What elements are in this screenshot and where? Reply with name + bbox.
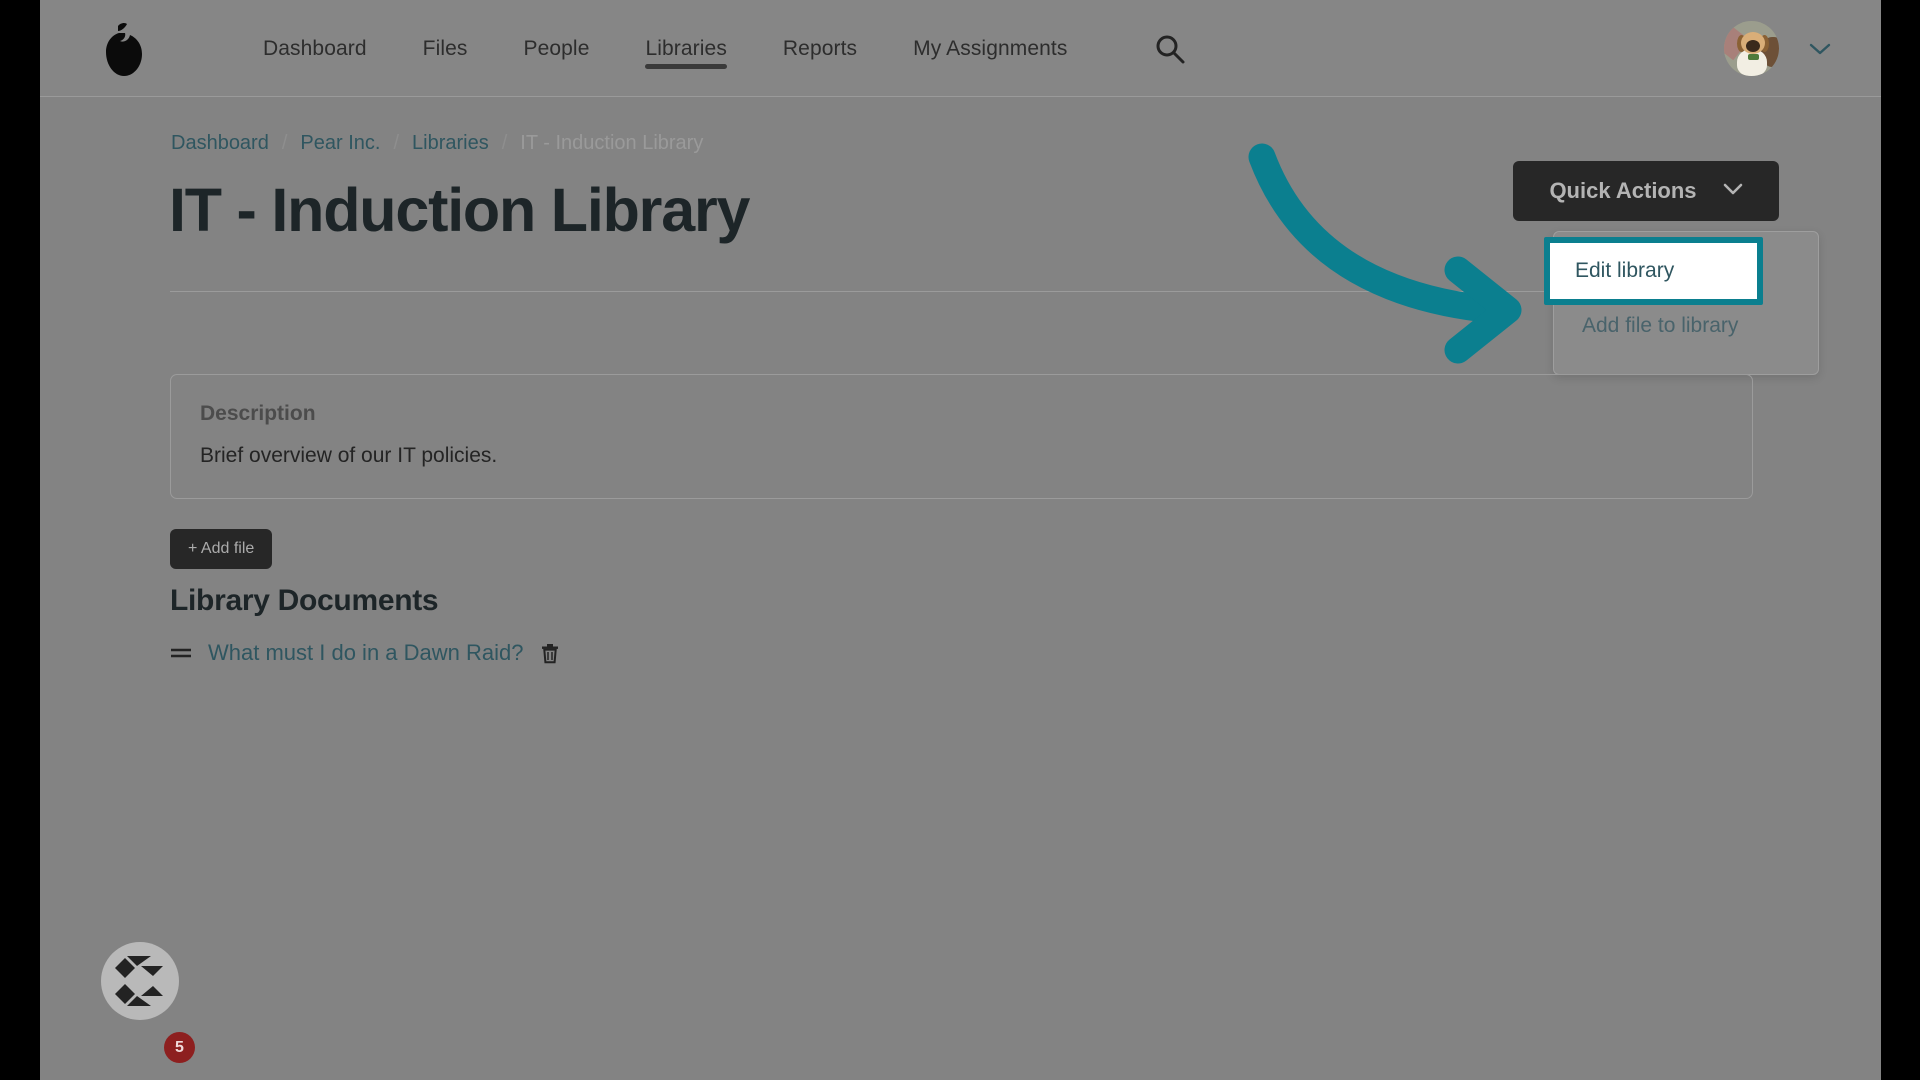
breadcrumb-item-dashboard[interactable]: Dashboard (171, 132, 269, 155)
top-navigation-bar: Dashboard Files People Libraries Reports… (40, 0, 1881, 97)
breadcrumb: Dashboard / Pear Inc. / Libraries / IT -… (171, 132, 703, 155)
avatar-dog-bowtie (1748, 54, 1759, 60)
nav-item-libraries[interactable]: Libraries (617, 0, 754, 97)
breadcrumb-item-current: IT - Induction Library (520, 132, 704, 154)
description-card: Description Brief overview of our IT pol… (170, 374, 1753, 499)
chevron-down-icon (1723, 182, 1743, 200)
breadcrumb-item-libraries[interactable]: Libraries (412, 132, 489, 155)
breadcrumb-item-pear-inc[interactable]: Pear Inc. (300, 132, 380, 155)
pear-logo[interactable] (98, 22, 150, 78)
chevron-down-icon[interactable] (1809, 42, 1831, 56)
trash-icon[interactable] (540, 642, 560, 664)
nav-item-reports[interactable]: Reports (755, 0, 885, 97)
drag-handle-icon[interactable] (170, 646, 192, 660)
breadcrumb-separator: / (501, 132, 508, 154)
nav-item-label: Reports (782, 36, 858, 60)
browser-page: Dashboard Files People Libraries Reports… (40, 0, 1881, 1080)
breadcrumb-separator: / (281, 132, 288, 154)
curved-arrow-right-icon (1248, 143, 1522, 364)
menu-item-label: Add file to library (1582, 314, 1739, 337)
nav-item-people[interactable]: People (495, 0, 617, 97)
breadcrumb-separator: / (393, 132, 400, 154)
description-text: Brief overview of our IT policies. (200, 444, 498, 467)
document-link[interactable]: What must I do in a Dawn Raid? (208, 640, 523, 666)
add-file-label: + Add file (188, 540, 255, 557)
search-icon[interactable] (1154, 33, 1186, 65)
avatar[interactable] (1724, 21, 1779, 76)
chat-logo-icon (115, 956, 163, 1006)
nav-item-my-assignments[interactable]: My Assignments (885, 0, 1095, 97)
menu-item-edit-library[interactable]: Edit library (1544, 237, 1763, 305)
screenshot-root: Dashboard Files People Libraries Reports… (0, 0, 1920, 1080)
account-menu[interactable] (1724, 21, 1831, 76)
menu-item-label: Edit library (1575, 259, 1675, 282)
nav-item-label: My Assignments (913, 36, 1068, 60)
nav-item-label: Libraries (645, 36, 727, 60)
nav-item-label: Dashboard (263, 36, 367, 60)
avatar-dog-face (1746, 40, 1760, 52)
add-file-button[interactable]: + Add file (170, 529, 273, 569)
page-title: IT - Induction Library (169, 176, 750, 244)
nav-item-list: Dashboard Files People Libraries Reports… (235, 0, 1095, 97)
description-label: Description (200, 402, 316, 425)
nav-item-label: Files (422, 36, 468, 60)
library-documents-heading: Library Documents (170, 584, 439, 617)
unread-count-badge: 5 (164, 1032, 195, 1063)
page-content: Dashboard / Pear Inc. / Libraries / IT -… (40, 97, 1881, 1080)
nav-item-files[interactable]: Files (395, 0, 496, 97)
quick-actions-dropdown-menu: Edit library Add file to library (1544, 231, 1819, 375)
chat-widget-button[interactable] (101, 942, 179, 1020)
list-item: What must I do in a Dawn Raid? (170, 640, 560, 666)
divider (170, 291, 1753, 292)
nav-item-label: People (523, 36, 590, 60)
quick-actions-label: Quick Actions (1549, 178, 1697, 203)
quick-actions-button[interactable]: Quick Actions (1513, 161, 1779, 221)
nav-item-dashboard[interactable]: Dashboard (235, 0, 395, 97)
